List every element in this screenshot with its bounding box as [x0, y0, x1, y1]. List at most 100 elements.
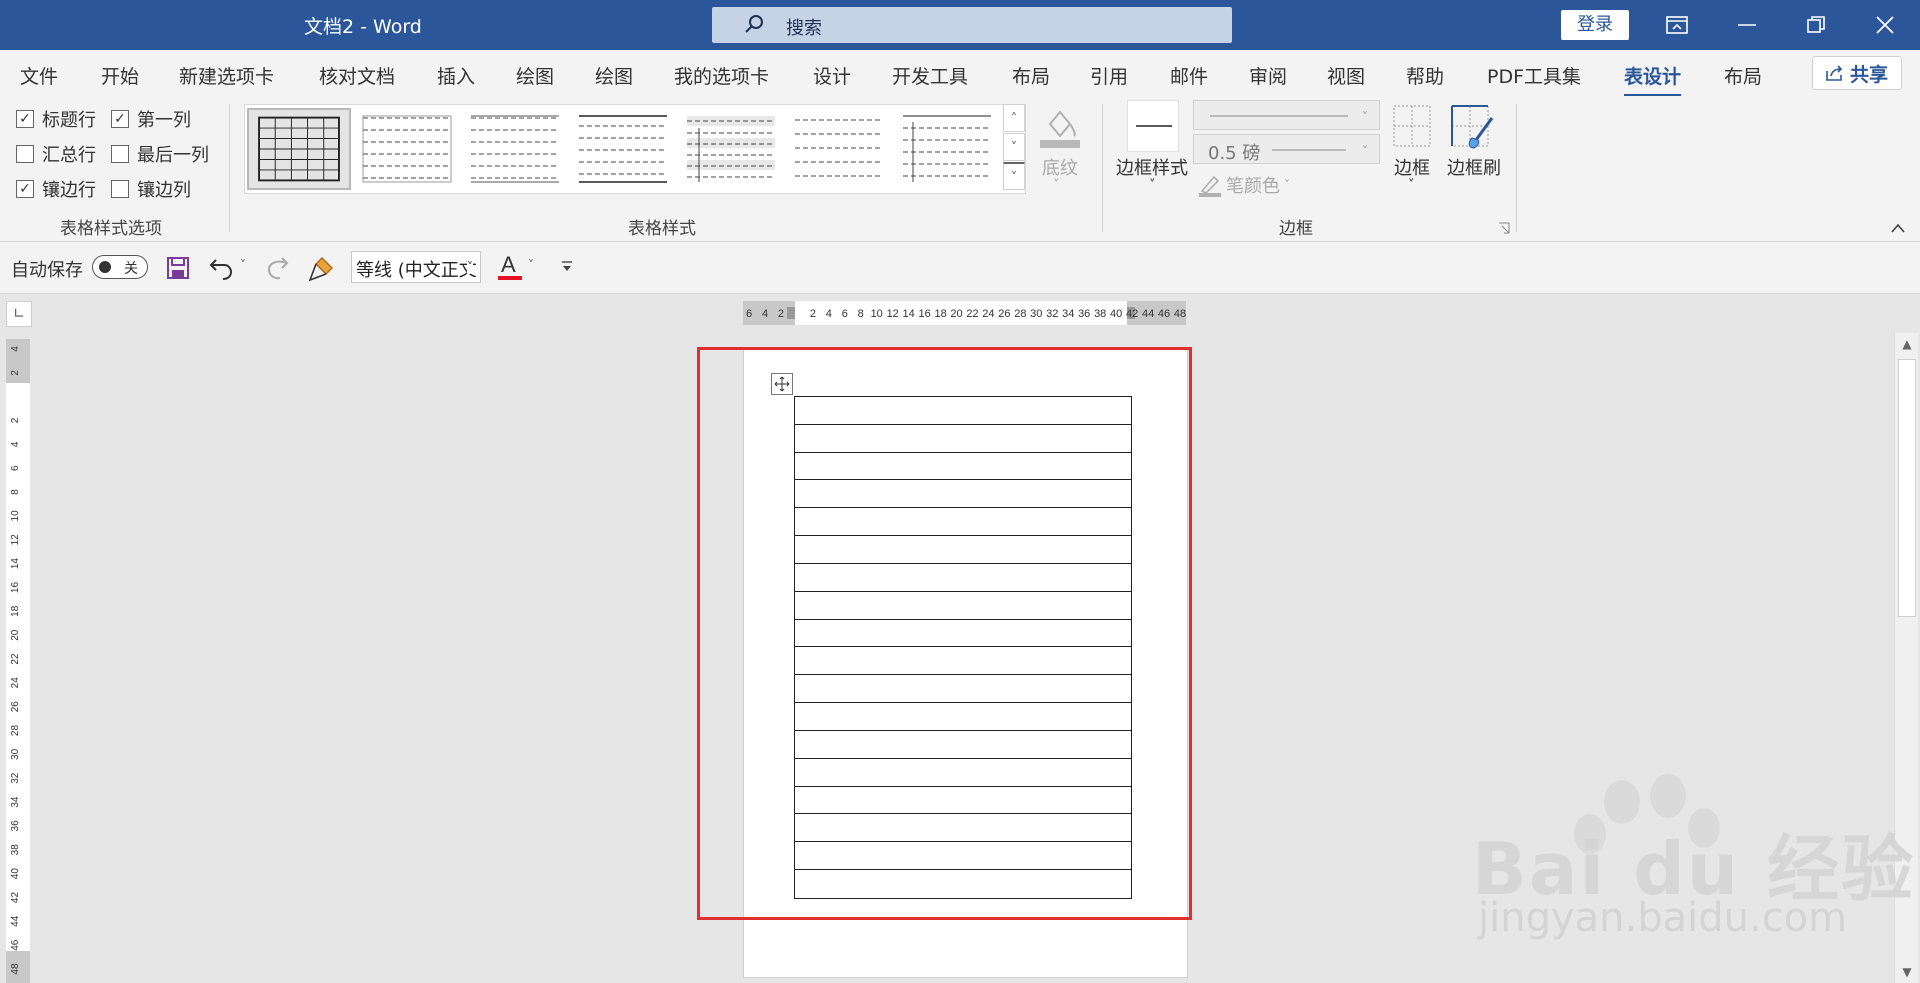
- tab-pdf-tools[interactable]: PDF工具集: [1487, 62, 1581, 89]
- banded-rows-option[interactable]: ✓ 镶边行: [16, 176, 96, 202]
- table-row[interactable]: [795, 453, 1131, 481]
- banded-rows-checkbox[interactable]: ✓: [16, 180, 34, 198]
- font-color-dropdown-icon[interactable]: ˅: [528, 258, 534, 272]
- table-style-grid[interactable]: [247, 108, 351, 190]
- tab-design[interactable]: 设计: [813, 62, 851, 89]
- tab-mailings[interactable]: 邮件: [1170, 62, 1208, 89]
- tab-review[interactable]: 审阅: [1249, 62, 1287, 89]
- table-row[interactable]: [795, 425, 1131, 453]
- line-style-preview: ˅: [1210, 110, 1368, 124]
- tab-selector[interactable]: ∟: [6, 301, 32, 327]
- table-row[interactable]: [795, 814, 1131, 843]
- table-row[interactable]: [795, 759, 1131, 787]
- header-row-option[interactable]: ✓ 标题行: [16, 106, 96, 132]
- banded-columns-checkbox[interactable]: [111, 180, 129, 198]
- scroll-down-button[interactable]: ▼: [1895, 961, 1919, 983]
- ruler-tick-label: 20: [10, 629, 21, 641]
- tab-references[interactable]: 引用: [1090, 62, 1128, 89]
- table-row[interactable]: [795, 703, 1131, 731]
- table-row[interactable]: [795, 787, 1131, 815]
- tab-draw[interactable]: 绘图: [516, 62, 554, 89]
- font-name-select[interactable]: 等线 (中文正文: [351, 251, 481, 283]
- table-row[interactable]: [795, 592, 1131, 620]
- first-column-checkbox[interactable]: ✓: [111, 110, 129, 128]
- last-column-option[interactable]: 最后一列: [111, 141, 209, 167]
- table-style-plain-1[interactable]: [355, 108, 459, 190]
- first-column-option[interactable]: ✓ 第一列: [111, 106, 191, 132]
- scrollbar-thumb[interactable]: [1898, 359, 1916, 617]
- table-row[interactable]: [795, 675, 1131, 704]
- restore-button[interactable]: [1793, 8, 1839, 42]
- tab-table-layout[interactable]: 布局: [1724, 62, 1762, 89]
- tab-new-tab[interactable]: 新建选项卡: [179, 62, 274, 89]
- table-row[interactable]: [795, 731, 1131, 759]
- table-row[interactable]: [795, 536, 1131, 564]
- tab-layout[interactable]: 布局: [1012, 62, 1050, 89]
- tab-home[interactable]: 开始: [101, 62, 139, 89]
- borders-button[interactable]: 边框: [1394, 154, 1430, 180]
- vertical-ruler[interactable]: 4224681012141618202224262830323436384042…: [6, 339, 30, 983]
- tab-developer[interactable]: 开发工具: [892, 62, 968, 89]
- move-icon: [774, 376, 790, 392]
- tab-view[interactable]: 视图: [1327, 62, 1365, 89]
- table-style-plain-2[interactable]: [463, 108, 567, 190]
- tab-file[interactable]: 文件: [20, 62, 58, 89]
- close-button[interactable]: [1862, 8, 1908, 42]
- table-row[interactable]: [795, 397, 1131, 425]
- line-style-dropdown[interactable]: ˅: [1193, 100, 1380, 130]
- redo-icon[interactable]: [264, 254, 292, 282]
- gallery-more-button[interactable]: ˅: [1003, 162, 1025, 190]
- autosave-toggle[interactable]: 关: [92, 255, 148, 279]
- tab-check-document[interactable]: 核对文档: [319, 62, 395, 89]
- table-style-plain-5[interactable]: [787, 108, 891, 190]
- collapse-ribbon-icon[interactable]: [1890, 222, 1906, 234]
- document-table[interactable]: [794, 396, 1132, 899]
- ruler-tick-label: 8: [10, 489, 21, 495]
- table-row[interactable]: [795, 480, 1131, 509]
- font-color-button[interactable]: A: [498, 250, 524, 284]
- table-row[interactable]: [795, 620, 1131, 648]
- banded-columns-option[interactable]: 镶边列: [111, 176, 191, 202]
- table-row[interactable]: [795, 647, 1131, 676]
- ruler-tick-label: 10: [10, 510, 21, 522]
- dialog-launcher-icon[interactable]: [1498, 222, 1510, 234]
- tab-draw-2[interactable]: 绘图: [595, 62, 633, 89]
- minimize-button[interactable]: [1724, 8, 1770, 42]
- undo-icon[interactable]: [208, 254, 236, 282]
- table-style-plain-6[interactable]: [895, 108, 999, 190]
- table-styles-gallery[interactable]: [244, 104, 1026, 194]
- horizontal-ruler[interactable]: 6 4 2 2 4 6 8 10 12 14 16 18 20 22 24 26 28 30 32 34 36 38 40 4…: [743, 301, 1186, 325]
- table-row[interactable]: [795, 564, 1131, 592]
- tab-help[interactable]: 帮助: [1406, 62, 1444, 89]
- gallery-scroll-down-button[interactable]: ˅: [1003, 133, 1025, 161]
- line-weight-dropdown[interactable]: 0.5 磅 ˅: [1193, 134, 1380, 164]
- table-row[interactable]: [795, 508, 1131, 537]
- search-box[interactable]: 搜索: [712, 7, 1232, 43]
- table-style-plain-4[interactable]: [679, 108, 783, 190]
- border-styles-button[interactable]: [1127, 100, 1179, 152]
- pen-color-icon: [1199, 175, 1221, 197]
- pen-color-button[interactable]: 笔颜色 ˅: [1198, 172, 1290, 198]
- format-painter-icon[interactable]: [308, 254, 336, 282]
- undo-dropdown-icon[interactable]: ˅: [240, 258, 246, 272]
- share-button[interactable]: 共享: [1812, 56, 1902, 90]
- tab-table-design[interactable]: 表设计: [1624, 62, 1682, 97]
- save-icon[interactable]: [166, 256, 190, 280]
- total-row-option[interactable]: 汇总行: [16, 141, 96, 167]
- gallery-scroll-up-button[interactable]: ˄: [1003, 104, 1025, 132]
- table-row[interactable]: [795, 870, 1131, 898]
- table-move-handle[interactable]: [771, 373, 793, 395]
- ribbon-display-options-button[interactable]: [1654, 8, 1700, 42]
- total-row-checkbox[interactable]: [16, 145, 34, 163]
- customize-qat-icon[interactable]: [560, 260, 574, 274]
- login-button[interactable]: 登录: [1561, 10, 1629, 40]
- tab-my-tab[interactable]: 我的选项卡: [674, 62, 769, 89]
- table-row[interactable]: [795, 842, 1131, 871]
- last-column-checkbox[interactable]: [111, 145, 129, 163]
- tab-insert[interactable]: 插入: [437, 62, 475, 89]
- border-painter-button[interactable]: 边框刷: [1447, 154, 1501, 180]
- scroll-up-button[interactable]: ▲: [1895, 333, 1919, 355]
- table-style-plain-3[interactable]: [571, 108, 675, 190]
- shading-button[interactable]: 底纹: [1042, 154, 1078, 180]
- header-row-checkbox[interactable]: ✓: [16, 110, 34, 128]
